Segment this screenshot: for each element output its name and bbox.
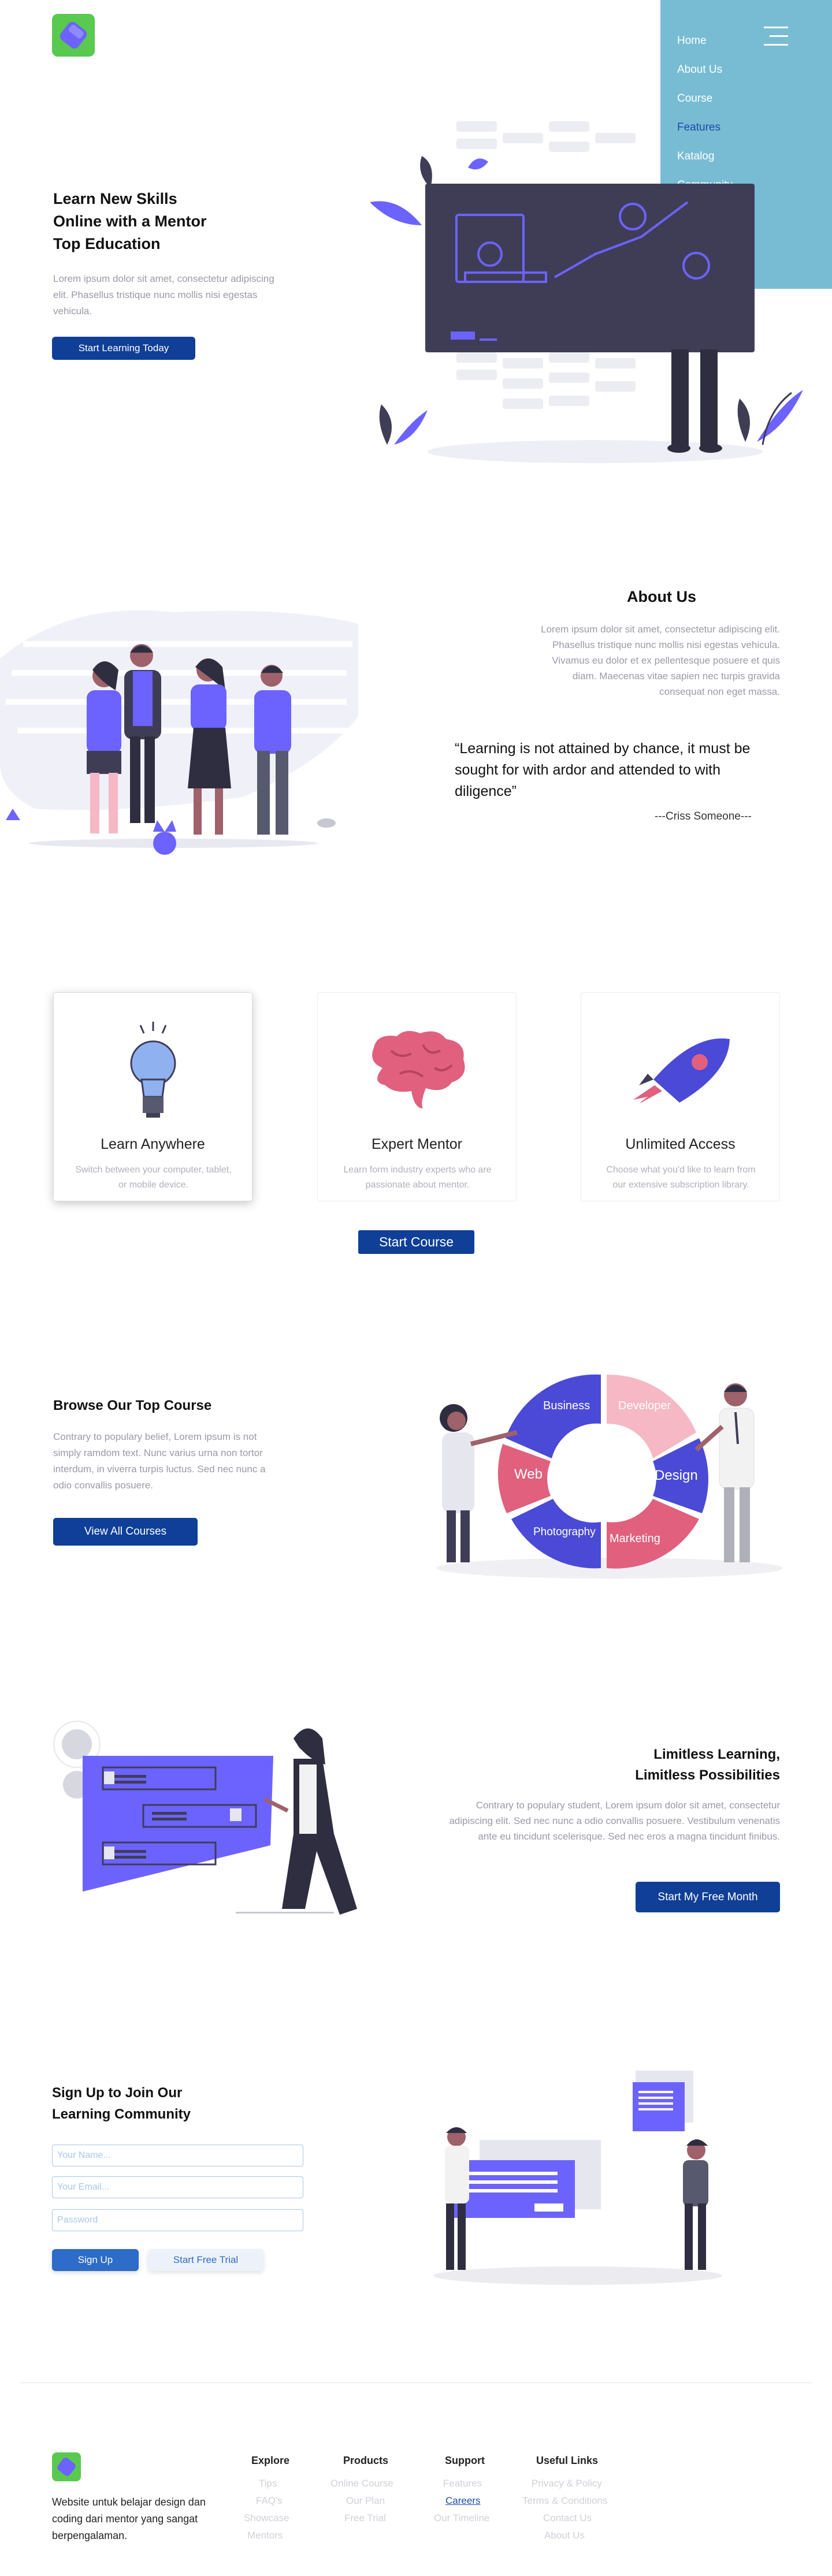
nav-item-course[interactable]: Course [677, 92, 712, 105]
about-quote: “Learning is not attained by chance, it … [455, 740, 751, 799]
browse-description: Contrary to populary belief, Lorem ipsum… [53, 1431, 266, 1491]
footer-link-privacy[interactable]: Privacy & Policy [532, 2478, 602, 2489]
footer-heading-support: Support [445, 2455, 485, 2466]
about-title: About Us [627, 588, 696, 605]
feature-card-unlimited-access[interactable]: Unlimited Access Choose what you'd like … [581, 992, 780, 1201]
puzzle-label: Developer [618, 1399, 671, 1412]
hero-title-line: Top Education [53, 235, 161, 252]
footer-link-about[interactable]: About Us [544, 2530, 585, 2541]
signup-button[interactable]: Sign Up [52, 2249, 139, 2271]
card-title: Expert Mentor [371, 1136, 462, 1152]
free-month-button[interactable]: Start My Free Month [636, 1882, 780, 1912]
puzzle-label: Design [655, 1468, 698, 1483]
card-title: Learn Anywhere [101, 1136, 205, 1152]
feature-card-learn-anywhere[interactable]: Learn Anywhere Switch between your compu… [53, 992, 252, 1201]
limitless-title-line: Limitless Learning, [653, 1747, 780, 1762]
puzzle-label: Marketing [610, 1532, 660, 1545]
signup-title-line: Sign Up to Join Our [52, 2085, 183, 2101]
card-title: Unlimited Access [625, 1136, 736, 1152]
nav-item-about[interactable]: About Us [677, 64, 722, 76]
hamburger-icon[interactable] [762, 25, 788, 47]
footer-link-online-course[interactable]: Online Course [330, 2478, 393, 2489]
start-learning-button[interactable]: Start Learning Today [52, 337, 195, 360]
footer-link-showcase[interactable]: Showcase [244, 2512, 289, 2524]
puzzle-label: Business [543, 1399, 590, 1412]
footer-heading-products: Products [343, 2455, 389, 2466]
lightbulb-icon [130, 1022, 176, 1118]
puzzle-illustration: Business Developer Design Marketing Phot… [436, 1374, 783, 1579]
brain-icon [372, 1031, 465, 1108]
puzzle-label: Photography [533, 1526, 596, 1538]
free-trial-button[interactable]: Start Free Trial [148, 2249, 263, 2271]
feature-card-expert-mentor[interactable]: Expert Mentor Learn form industry expert… [317, 992, 517, 1201]
password-field[interactable] [52, 2209, 303, 2231]
limitless-title-line: Limitless Possibilities [635, 1767, 780, 1783]
rocket-icon [633, 1038, 730, 1103]
footer-logo[interactable] [52, 2452, 81, 2481]
limitless-description: Contrary to populary student, Lorem ipsu… [449, 1800, 780, 1842]
browse-title: Browse Our Top Course [53, 1398, 212, 1413]
about-description: Lorem ipsum dolor sit amet, consectetur … [541, 624, 780, 697]
card-description: Choose what you'd like to learn from our… [606, 1165, 756, 1190]
footer-link-tips[interactable]: Tips [259, 2478, 277, 2489]
logo[interactable] [52, 14, 95, 57]
quote-author: ---Criss Someone--- [655, 810, 752, 822]
hero-title: Learn New Skills Online with a Mentor To… [53, 188, 207, 255]
start-course-button[interactable]: Start Course [358, 1230, 474, 1254]
footer-link-terms[interactable]: Terms & Conditions [522, 2495, 607, 2507]
logo-icon [60, 21, 87, 49]
footer-link-faqs[interactable]: FAQ's [256, 2495, 283, 2507]
card-description: Switch between your computer, tablet, or… [75, 1165, 232, 1190]
footer-heading-explore: Explore [251, 2455, 290, 2466]
footer-link-our-plan[interactable]: Our Plan [346, 2495, 385, 2507]
email-field[interactable] [52, 2176, 303, 2198]
footer-link-features[interactable]: Features [443, 2478, 482, 2489]
hero-title-line: Online with a Mentor [53, 213, 207, 230]
signup-illustration [433, 2071, 722, 2285]
hero-illustration [370, 121, 803, 463]
limitless-illustration [53, 1721, 357, 1915]
footer-link-mentors[interactable]: Mentors [247, 2530, 283, 2541]
footer-link-contact[interactable]: Contact Us [543, 2512, 592, 2524]
name-field[interactable] [52, 2145, 303, 2166]
card-description: Learn form industry experts who are pass… [343, 1165, 492, 1190]
nav-item-home[interactable]: Home [677, 35, 707, 47]
limitless-title: Limitless Learning, Limitless Possibilit… [632, 1744, 780, 1786]
footer-heading-useful-links: Useful Links [536, 2455, 599, 2466]
footer-link-our-timeline[interactable]: Our Timeline [434, 2512, 489, 2524]
signup-title-line: Learning Community [52, 2106, 191, 2122]
footer-link-free-trial[interactable]: Free Trial [344, 2512, 386, 2524]
footer-link-careers[interactable]: Careers [445, 2495, 480, 2507]
about-illustration [0, 610, 358, 855]
hero-title-line: Learn New Skills [53, 190, 177, 207]
footer-tagline: Website untuk belajar design dan coding … [52, 2496, 206, 2541]
logo-icon [57, 2458, 76, 2476]
signup-title: Sign Up to Join Our Learning Community [52, 2082, 191, 2125]
hero-description: Lorem ipsum dolor sit amet, consectetur … [53, 273, 274, 317]
puzzle-label: Web [514, 1466, 543, 1482]
view-all-courses-button[interactable]: View All Courses [53, 1518, 198, 1546]
